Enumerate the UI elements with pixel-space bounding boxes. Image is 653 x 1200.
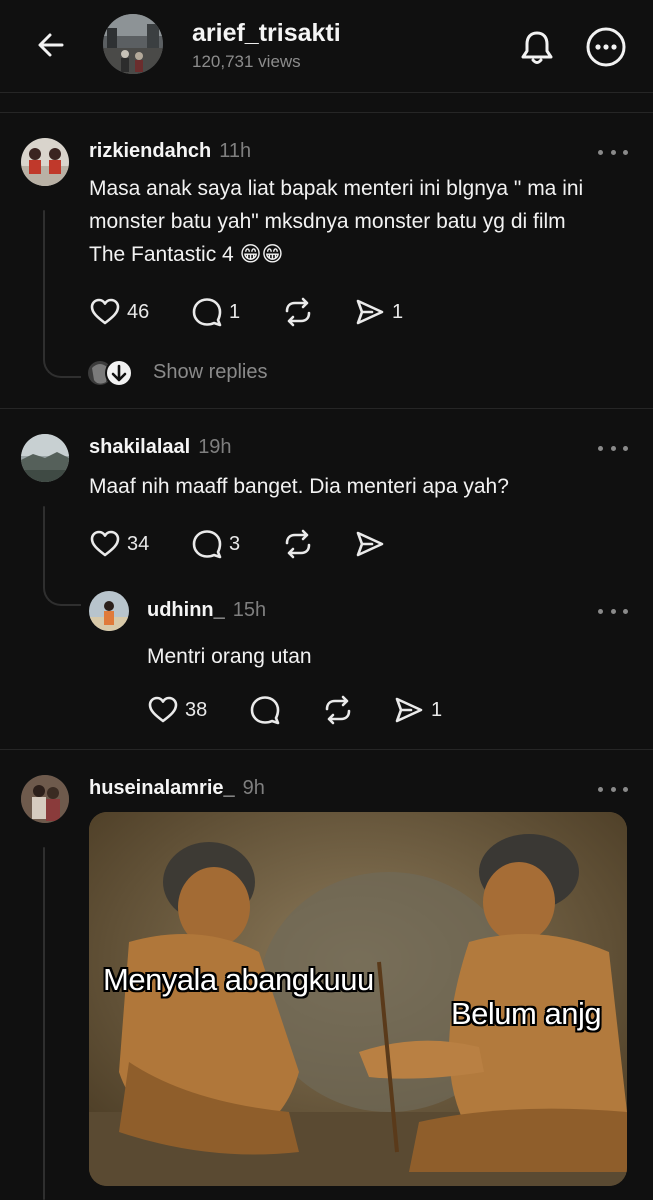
repost-icon <box>325 695 351 725</box>
profile-avatar[interactable] <box>103 14 163 74</box>
like-button[interactable]: 46 <box>89 296 149 328</box>
thread-elbow <box>43 340 81 378</box>
like-count: 38 <box>185 698 208 721</box>
back-button[interactable] <box>28 22 74 68</box>
thread-page: arief_trisakti 120,731 views rizkiendahc… <box>0 0 653 1200</box>
share-button[interactable] <box>354 528 386 560</box>
arrow-left-icon <box>38 33 64 57</box>
thread-line <box>43 210 45 360</box>
post-time: 11h <box>219 140 252 162</box>
notifications-button[interactable] <box>516 26 558 68</box>
send-icon <box>356 299 384 325</box>
send-icon <box>356 531 384 557</box>
post-image[interactable]: Menyala abangkuuu Belum anjg <box>89 812 627 1186</box>
avatar[interactable] <box>21 775 69 823</box>
post-text: Masa anak saya liat bapak menteri ini bl… <box>89 177 584 266</box>
post-more-button[interactable] <box>598 441 628 455</box>
like-count: 34 <box>127 532 150 555</box>
comment-icon <box>192 530 222 559</box>
bell-icon <box>521 31 553 64</box>
comment-icon <box>250 696 280 725</box>
share-button[interactable]: 1 <box>354 296 403 328</box>
reply-time: 15h <box>232 599 267 621</box>
heart-icon <box>90 530 120 557</box>
more-circle-icon <box>586 27 626 67</box>
header-divider <box>0 92 653 93</box>
post-time: 19h <box>198 436 232 458</box>
share-button[interactable]: 1 <box>393 694 442 726</box>
share-count: 1 <box>392 300 404 323</box>
reply-avatars[interactable] <box>86 358 133 388</box>
heart-icon <box>90 298 120 325</box>
heart-icon <box>148 696 178 723</box>
view-count: 120,731 views <box>192 52 301 71</box>
repost-button[interactable] <box>322 694 354 726</box>
post-divider <box>0 408 653 409</box>
reply-button[interactable] <box>249 694 281 726</box>
reply-username[interactable]: udhinn_ 15h <box>147 599 266 622</box>
meme-caption-left: Menyala abangkuuu <box>103 962 374 997</box>
show-replies-link[interactable]: Show replies <box>153 361 268 384</box>
repost-icon <box>285 529 311 559</box>
like-button[interactable]: 38 <box>147 694 207 726</box>
repost-button[interactable] <box>282 528 314 560</box>
post-text: Maaf nih maaff banget. Dia menteri apa y… <box>89 475 509 498</box>
like-count: 46 <box>127 300 150 323</box>
post-username[interactable]: shakilalaal 19h <box>89 436 232 459</box>
thread-elbow <box>43 570 81 606</box>
section-divider <box>0 112 653 113</box>
reply-more-button[interactable] <box>598 604 628 618</box>
reply-count: 1 <box>229 300 241 323</box>
post-more-button[interactable] <box>598 782 628 796</box>
thread-line <box>43 847 45 1200</box>
page-title[interactable]: arief_trisakti <box>192 19 341 48</box>
post-more-button[interactable] <box>598 145 628 159</box>
reply-count: 3 <box>229 532 241 555</box>
repost-button[interactable] <box>282 296 314 328</box>
avatar[interactable] <box>21 434 69 482</box>
comment-icon <box>192 298 222 327</box>
post-divider <box>0 749 653 750</box>
more-options-button[interactable] <box>585 26 627 68</box>
reply-text: Mentri orang utan <box>147 645 312 668</box>
like-button[interactable]: 34 <box>89 528 149 560</box>
top-bar: arief_trisakti 120,731 views <box>0 0 653 92</box>
post-username[interactable]: huseinalamrie_ 9h <box>89 777 265 800</box>
send-icon <box>395 697 423 723</box>
avatar[interactable] <box>21 138 69 186</box>
post-username[interactable]: rizkiendahch 11h <box>89 140 251 163</box>
reply-button[interactable]: 3 <box>191 528 240 560</box>
meme-caption-right: Belum anjg <box>451 996 602 1031</box>
post-time: 9h <box>242 777 265 799</box>
share-count: 1 <box>431 698 443 721</box>
reply-button[interactable]: 1 <box>191 296 240 328</box>
avatar[interactable] <box>89 591 129 631</box>
repost-icon <box>285 297 311 327</box>
